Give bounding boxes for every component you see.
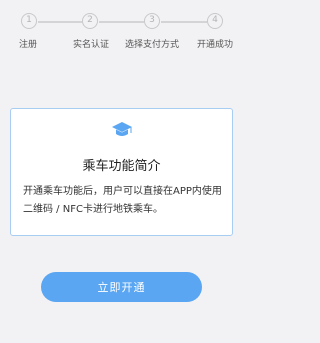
card-description: 开通乘车功能后，用户可以直接在APP内使用二维码 / NFC卡进行地铁乘车。 xyxy=(23,186,222,215)
step-3-label: 选择支付方式 xyxy=(124,40,180,50)
progress-stepper: 1 2 3 4 注册 实名认证 选择支付方式 开通成功 xyxy=(0,0,241,60)
step-2-label: 实名认证 xyxy=(72,40,110,50)
step-3-circle: 3 xyxy=(144,13,160,29)
step-1-circle: 1 xyxy=(21,13,37,29)
step-2-circle: 2 xyxy=(82,13,98,29)
step-connector xyxy=(161,21,207,23)
step-connector xyxy=(38,21,82,23)
graduation-cap-icon xyxy=(112,122,132,136)
activate-now-button[interactable]: 立即开通 xyxy=(41,272,202,302)
intro-card: 乘车功能简介 开通乘车功能后，用户可以直接在APP内使用二维码 / NFC卡进行… xyxy=(10,108,233,236)
step-4-label: 开通成功 xyxy=(196,40,234,50)
step-connector xyxy=(99,21,144,23)
step-4-circle: 4 xyxy=(207,13,223,29)
step-1-label: 注册 xyxy=(18,40,38,50)
card-title: 乘车功能简介 xyxy=(82,159,161,174)
